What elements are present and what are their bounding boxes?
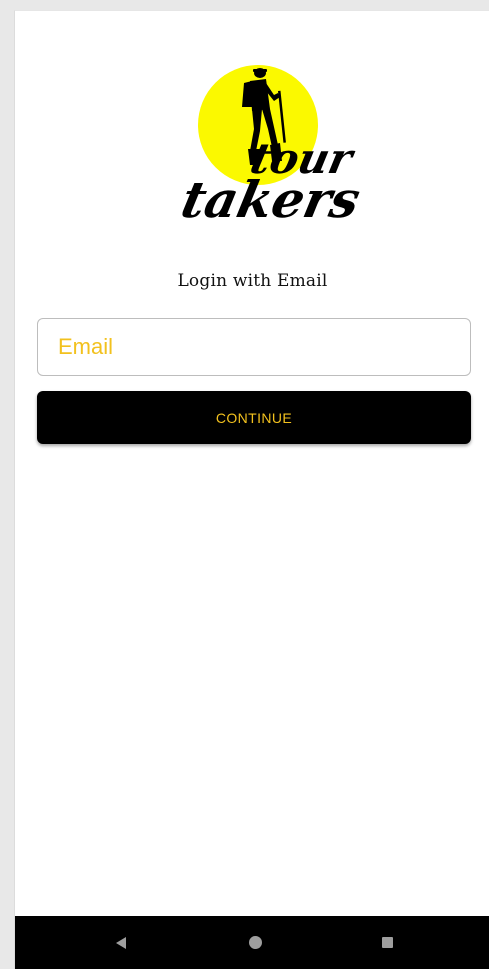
app-screen: tour takers Login with Email CONTINUE: [14, 10, 489, 969]
recents-icon: [381, 937, 393, 948]
android-navigation-bar: [15, 916, 489, 969]
nav-home-button[interactable]: [225, 916, 285, 969]
login-title: Login with Email: [177, 271, 328, 291]
tour-takers-logo: tour takers: [170, 61, 360, 221]
back-icon: [116, 936, 126, 949]
home-icon: [248, 936, 262, 949]
email-input[interactable]: [37, 318, 471, 376]
nav-back-button[interactable]: [91, 916, 151, 969]
logo-graphic: tour takers: [176, 65, 360, 221]
continue-button[interactable]: CONTINUE: [37, 391, 471, 444]
nav-recents-button[interactable]: [357, 916, 417, 969]
logo-word-takers: takers: [176, 171, 360, 221]
